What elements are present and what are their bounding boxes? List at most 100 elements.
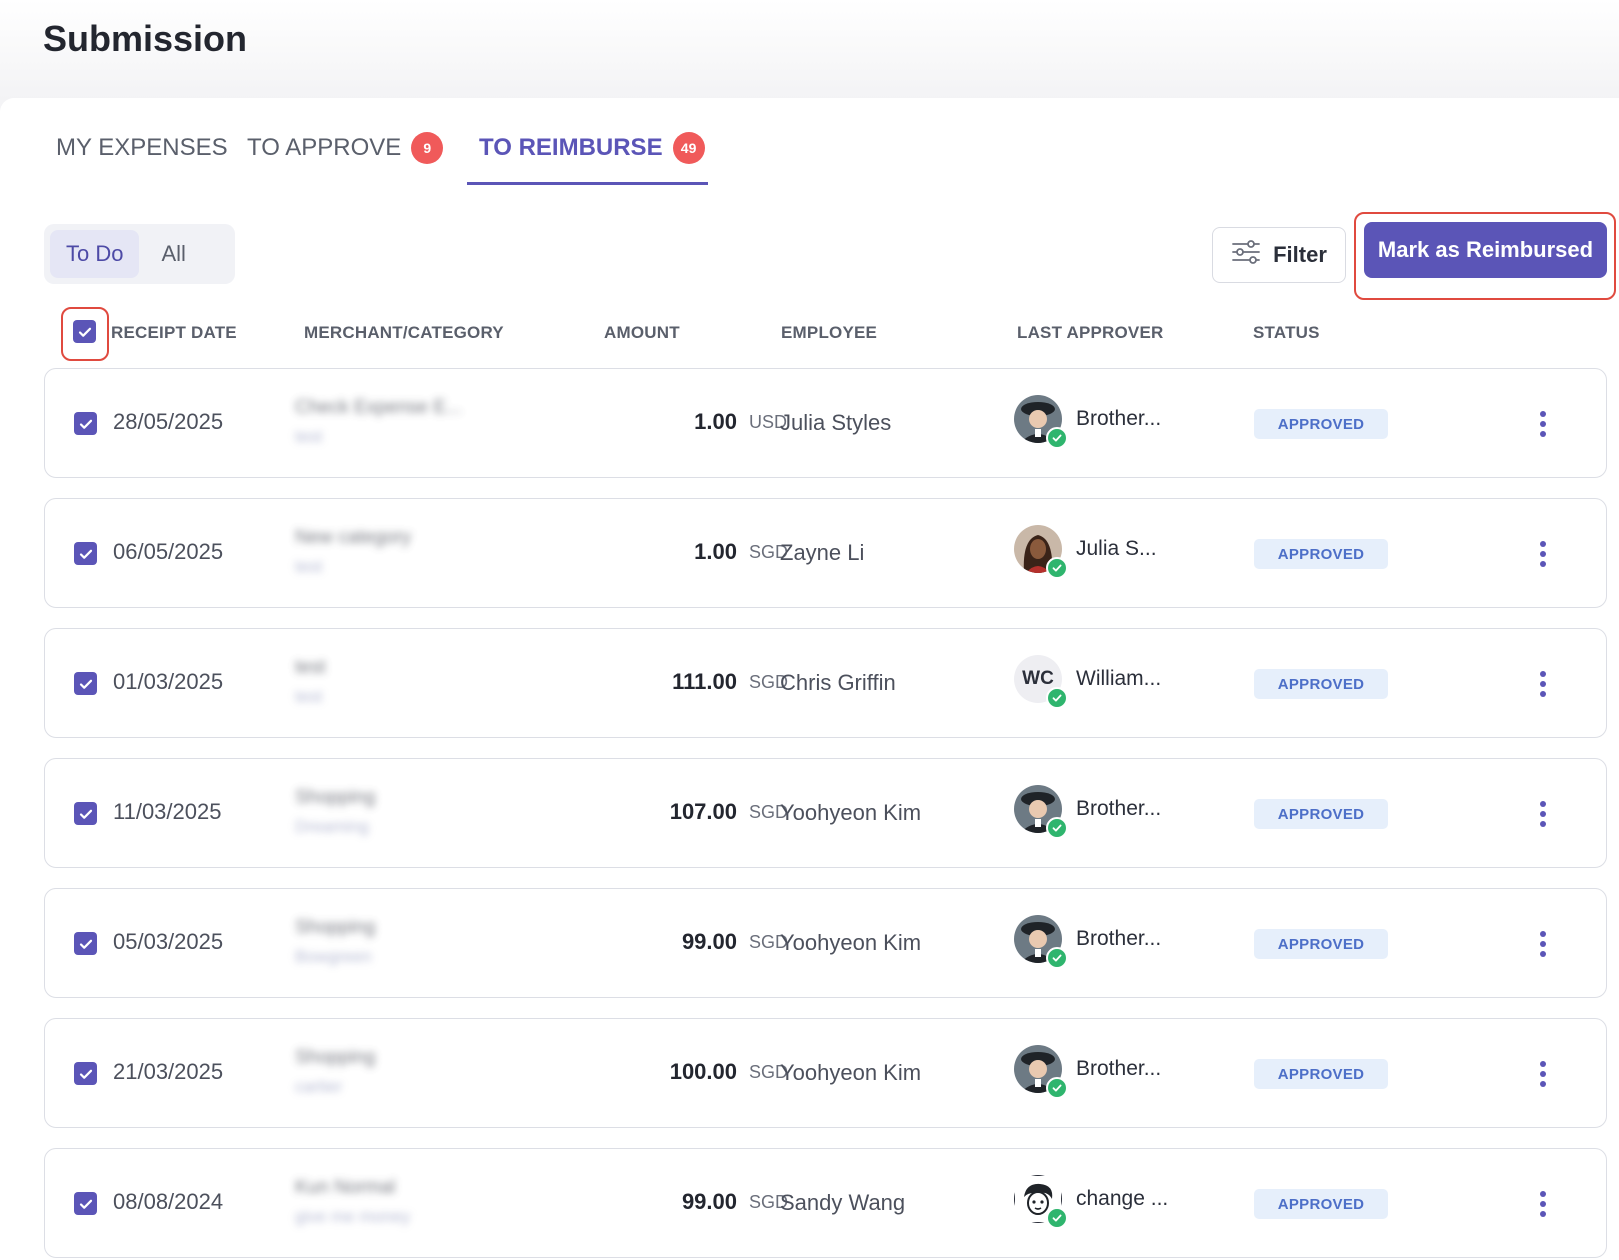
- column-header-merchant[interactable]: MERCHANT/CATEGORY: [304, 323, 504, 343]
- amount: 99.00: [681, 1189, 737, 1214]
- kebab-menu-icon[interactable]: [1531, 1187, 1555, 1221]
- tab-my-expenses[interactable]: MY EXPENSES: [56, 134, 228, 184]
- tab-label: TO APPROVE: [247, 134, 402, 161]
- category-name: Bowgreen: [295, 947, 372, 966]
- check-icon: [79, 679, 92, 689]
- kebab-menu-icon[interactable]: [1531, 537, 1555, 571]
- merchant-cell: Shopping Dreaming: [295, 787, 535, 837]
- category-name: cartier: [295, 1077, 343, 1096]
- table-row[interactable]: 01/03/2025 test test 111.00 SGD Chris Gri…: [44, 628, 1607, 738]
- tab-to-reimburse[interactable]: TO REIMBURSE 49: [479, 132, 705, 184]
- status-toggle: To Do All: [44, 224, 235, 284]
- check-icon: [79, 809, 92, 819]
- column-header-status[interactable]: STATUS: [1253, 323, 1320, 343]
- employee-name: Zayne Li: [780, 540, 865, 565]
- merchant-name: test: [295, 657, 326, 678]
- category-name: test: [295, 557, 323, 576]
- check-icon: [79, 419, 92, 429]
- kebab-menu-icon[interactable]: [1531, 1057, 1555, 1091]
- column-header-employee[interactable]: EMPLOYEE: [781, 323, 877, 343]
- receipt-date: 28/05/2025: [113, 409, 224, 434]
- table-row[interactable]: 06/05/2025 New category test 1.00 SGD Zay…: [44, 498, 1607, 608]
- status-badge: APPROVED: [1254, 1189, 1388, 1219]
- receipt-date: 05/03/2025: [113, 929, 224, 954]
- table-header: RECEIPT DATE MERCHANT/CATEGORY AMOUNT EM…: [0, 303, 1619, 357]
- approver-avatar: [1014, 785, 1068, 839]
- kebab-menu-icon[interactable]: [1531, 667, 1555, 701]
- status-badge: APPROVED: [1254, 409, 1388, 439]
- status-badge: APPROVED: [1254, 799, 1388, 829]
- page-header: Submission: [0, 0, 1619, 100]
- page-title: Submission: [43, 18, 248, 59]
- row-checkbox[interactable]: [74, 542, 97, 565]
- employee-name: Julia Styles: [780, 410, 892, 435]
- row-checkbox[interactable]: [74, 802, 97, 825]
- kebab-menu-icon[interactable]: [1531, 927, 1555, 961]
- tab-to-approve[interactable]: TO APPROVE 9: [247, 132, 444, 184]
- employee-name: Sandy Wang: [780, 1190, 906, 1215]
- highlight-box: [61, 307, 109, 361]
- amount: 107.00: [669, 799, 737, 824]
- merchant-cell: Shopping cartier: [295, 1047, 535, 1097]
- employee-name: Yoohyeon Kim: [780, 800, 922, 825]
- merchant-cell: Kun Normal give me money: [295, 1177, 535, 1227]
- merchant-name: Shopping: [295, 917, 376, 938]
- table-row[interactable]: 08/08/2024 Kun Normal give me money 99.00…: [44, 1148, 1607, 1258]
- tab-bar: MY EXPENSES TO APPROVE 9 TO REIMBURSE 49: [0, 98, 760, 188]
- employee-name: Yoohyeon Kim: [780, 930, 922, 955]
- row-checkbox[interactable]: [74, 1062, 97, 1085]
- approver-name: Brother...: [1076, 797, 1162, 820]
- category-name: Dreaming: [295, 817, 369, 836]
- category-name: test: [295, 687, 323, 706]
- active-tab-indicator: [467, 182, 708, 185]
- column-header-last-approver[interactable]: LAST APPROVER: [1017, 323, 1164, 343]
- amount: 100.00: [669, 1059, 737, 1084]
- status-badge: APPROVED: [1254, 1059, 1388, 1089]
- receipt-date: 11/03/2025: [113, 799, 222, 824]
- category-name: test: [295, 427, 323, 446]
- merchant-name: Check Expense E...: [295, 397, 462, 418]
- check-circle-icon: [1046, 1077, 1068, 1099]
- merchant-name: Kun Normal: [295, 1177, 396, 1198]
- receipt-date: 06/05/2025: [113, 539, 224, 564]
- column-header-amount[interactable]: AMOUNT: [604, 323, 680, 343]
- check-circle-icon: [1046, 1207, 1068, 1229]
- check-circle-icon: [1046, 817, 1068, 839]
- approver-name: William...: [1076, 667, 1162, 690]
- column-header-receipt-date[interactable]: RECEIPT DATE: [111, 323, 237, 343]
- kebab-menu-icon[interactable]: [1531, 797, 1555, 831]
- row-checkbox[interactable]: [74, 1192, 97, 1215]
- employee-name: Yoohyeon Kim: [780, 1060, 922, 1085]
- toggle-all[interactable]: All: [145, 230, 201, 278]
- employee-name: Chris Griffin: [780, 670, 896, 695]
- row-checkbox[interactable]: [74, 672, 97, 695]
- count-badge: 49: [672, 132, 705, 164]
- merchant-cell: New category test: [295, 527, 535, 577]
- table-row[interactable]: 28/05/2025 Check Expense E... test 1.00 U…: [44, 368, 1607, 478]
- merchant-name: Shopping: [295, 1047, 376, 1068]
- kebab-menu-icon[interactable]: [1531, 407, 1555, 441]
- mark-as-reimbursed-button[interactable]: Mark as Reimbursed: [1364, 222, 1607, 278]
- receipt-date: 08/08/2024: [113, 1189, 224, 1214]
- check-circle-icon: [1046, 427, 1068, 449]
- row-checkbox[interactable]: [74, 932, 97, 955]
- approver-avatar: [1014, 915, 1068, 969]
- toggle-todo[interactable]: To Do: [50, 230, 140, 278]
- merchant-cell: Shopping Bowgreen: [295, 917, 535, 967]
- merchant-cell: Check Expense E... test: [295, 397, 535, 447]
- row-checkbox[interactable]: [74, 412, 97, 435]
- table-row[interactable]: 11/03/2025 Shopping Dreaming 107.00 SGD Y…: [44, 758, 1607, 868]
- check-circle-icon: [1046, 557, 1068, 579]
- filter-button[interactable]: Filter: [1212, 227, 1346, 283]
- approver-avatar: [1014, 1045, 1068, 1099]
- table-row[interactable]: 21/03/2025 Shopping cartier 100.00 SGD Yo…: [44, 1018, 1607, 1128]
- receipt-date: 01/03/2025: [113, 669, 224, 694]
- approver-avatar: [1014, 395, 1068, 449]
- check-icon: [79, 1199, 92, 1209]
- merchant-name: Shopping: [295, 787, 376, 808]
- count-badge: 9: [411, 132, 444, 164]
- check-icon: [79, 939, 92, 949]
- table-row[interactable]: 05/03/2025 Shopping Bowgreen 99.00 SGD Yo…: [44, 888, 1607, 998]
- tab-label: MY EXPENSES: [56, 134, 228, 161]
- receipt-date: 21/03/2025: [113, 1059, 224, 1084]
